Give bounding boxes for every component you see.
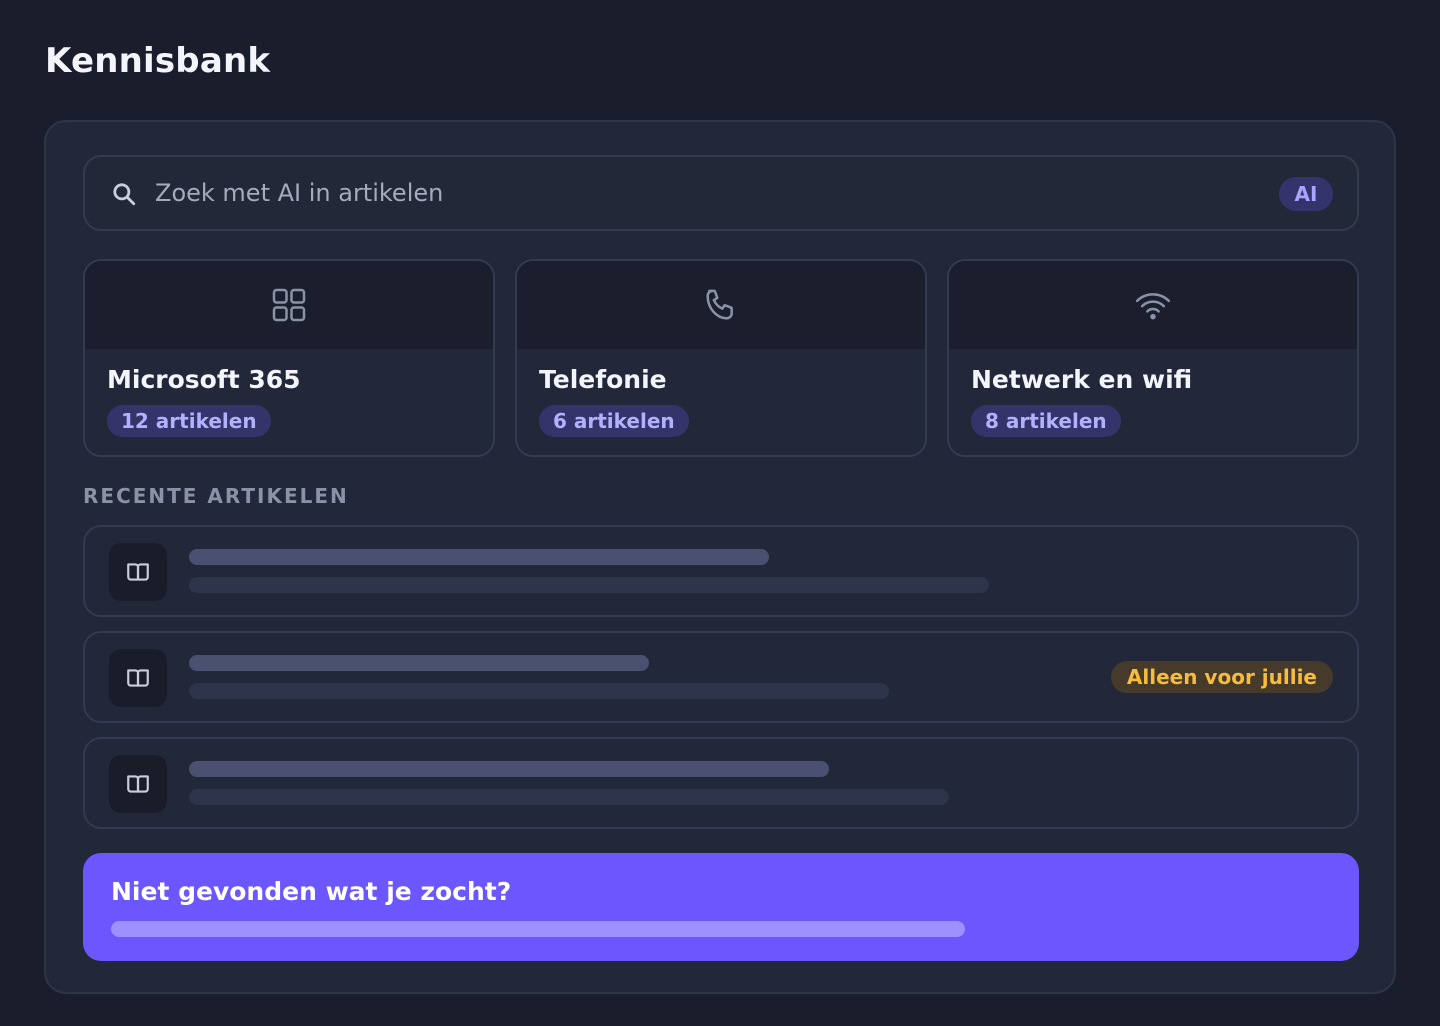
category-card-telefonie[interactable]: Telefonie 6 artikelen (515, 259, 927, 457)
article-row[interactable] (83, 737, 1359, 829)
category-card-microsoft-365[interactable]: Microsoft 365 12 artikelen (83, 259, 495, 457)
not-found-cta[interactable]: Niet gevonden wat je zocht? (83, 853, 1359, 961)
knowledge-base-panel: Zoek met AI in artikelen AI Microsoft 36… (44, 120, 1396, 994)
book-icon (127, 775, 149, 793)
category-card-netwerk-en-wifi[interactable]: Netwerk en wifi 8 artikelen (947, 259, 1359, 457)
phone-icon (706, 289, 733, 320)
category-article-count: 8 artikelen (971, 405, 1121, 437)
article-summary-placeholder (189, 577, 989, 593)
search-icon (113, 183, 136, 206)
article-row[interactable] (83, 525, 1359, 617)
article-row[interactable]: Alleen voor jullie (83, 631, 1359, 723)
search-input[interactable]: Zoek met AI in artikelen (155, 179, 443, 207)
article-title-placeholder (189, 655, 649, 671)
article-summary-placeholder (189, 683, 889, 699)
category-name: Telefonie (539, 365, 667, 394)
category-article-count: 6 artikelen (539, 405, 689, 437)
article-icon-box (109, 543, 167, 601)
page-title: Kennisbank (45, 41, 271, 81)
category-name: Microsoft 365 (107, 365, 301, 394)
book-icon (127, 669, 149, 687)
search-bar[interactable]: Zoek met AI in artikelen AI (83, 155, 1359, 231)
wifi-icon (1135, 293, 1171, 320)
private-badge: Alleen voor jullie (1110, 661, 1333, 693)
article-title-placeholder (189, 549, 769, 565)
cta-text-placeholder (111, 921, 965, 937)
category-name: Netwerk en wifi (971, 365, 1193, 394)
article-icon-box (109, 755, 167, 813)
category-card-header (949, 261, 1357, 349)
article-summary-placeholder (189, 789, 949, 805)
category-card-header (517, 261, 925, 349)
category-article-count: 12 artikelen (107, 405, 271, 437)
cta-title: Niet gevonden wat je zocht? (111, 877, 512, 906)
recent-articles-heading: RECENTE ARTIKELEN (83, 484, 349, 508)
ai-badge: AI (1279, 177, 1333, 211)
article-icon-box (109, 649, 167, 707)
category-card-header (85, 261, 493, 349)
article-title-placeholder (189, 761, 829, 777)
grid-icon (272, 288, 306, 322)
book-icon (127, 563, 149, 581)
